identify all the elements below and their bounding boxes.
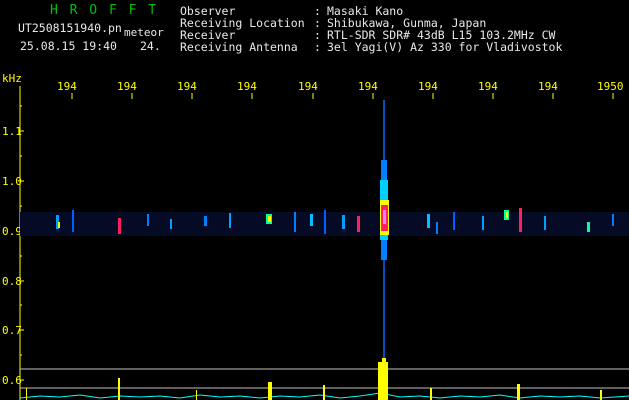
meteor-trail	[380, 100, 389, 380]
spectrogram-plot	[19, 86, 629, 400]
x-tick-marks	[71, 93, 614, 99]
spectrum-spikes	[26, 358, 602, 400]
hrofft-spectrogram-window: H R O F F T UT2508151940.pn meteor 25.08…	[0, 0, 629, 400]
